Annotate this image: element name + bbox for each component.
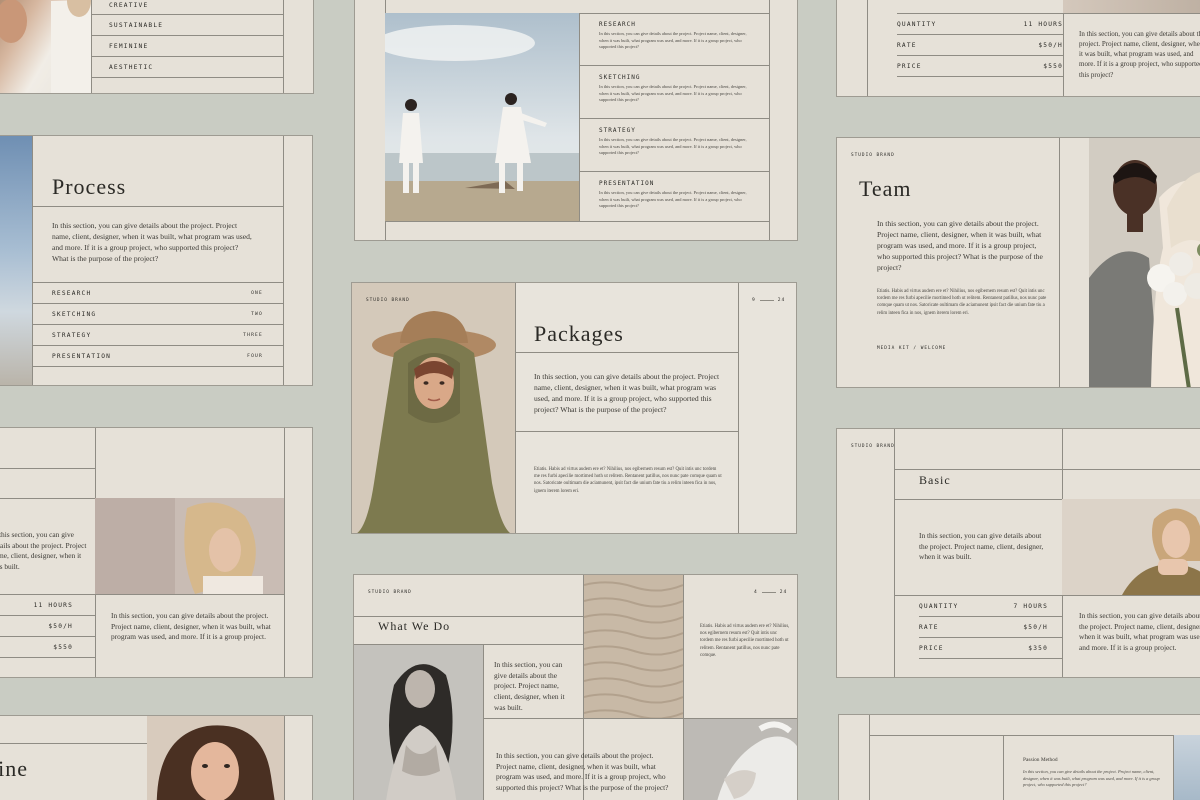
photo-couple-flowers bbox=[1089, 138, 1200, 387]
slide-team[interactable]: Studio Brand Team In this section, you c… bbox=[836, 137, 1200, 388]
pricing-description: In this section, you can give details ab… bbox=[1079, 30, 1200, 79]
slide-timeline[interactable]: line bbox=[0, 715, 313, 800]
brand-label: Studio Brand bbox=[366, 298, 410, 303]
photo-woman-hat-hood bbox=[352, 283, 515, 533]
slide-values[interactable]: Creative Sustainable Feminine Aesthetic bbox=[0, 0, 314, 94]
hands-illustration bbox=[0, 0, 91, 93]
photo-hand-sleeve bbox=[684, 719, 797, 800]
section-research: Research In this section, you can give d… bbox=[599, 21, 747, 50]
photo-blonde-woman bbox=[95, 498, 284, 594]
mid-left-description: In this section, you can give details ab… bbox=[0, 530, 87, 572]
passion-method-title: Passion Method bbox=[1023, 757, 1058, 763]
slide-passion-method[interactable]: Passion Method In this section, you can … bbox=[838, 714, 1200, 800]
photo-woman-portrait bbox=[147, 716, 284, 800]
slide-process[interactable]: Process In this section, you can give de… bbox=[0, 135, 313, 386]
basic-description: In this section, you can give details ab… bbox=[919, 531, 1044, 562]
slide-pricing-top[interactable]: Quantity 11 Hours Rate $50/H Price $550 In … bbox=[836, 0, 1200, 97]
whatwedo-latin-text: Etiatis. Habis ad virtus audem ere et? N… bbox=[700, 624, 790, 658]
value-item: Feminine bbox=[109, 42, 149, 50]
section-presentation: Presentation In this section, you can gi… bbox=[599, 180, 747, 209]
packages-description: In this section, you can give details ab… bbox=[534, 372, 720, 414]
whatwedo-page-indicator: 4 24 bbox=[754, 590, 788, 595]
slide-pricing-left[interactable]: In this section, you can give details ab… bbox=[0, 427, 313, 678]
process-section-list: Research In this section, you can give d… bbox=[579, 13, 769, 221]
page-indicator: 9 24 bbox=[752, 298, 786, 303]
whatwedo-long-description: In this section, you can give details ab… bbox=[496, 751, 669, 793]
team-footer: Media Kit / Welcome bbox=[877, 346, 947, 351]
packages-latin-text: Etiatis. Habis ad virtus audem ere et? N… bbox=[534, 467, 722, 494]
photo-two-women bbox=[0, 0, 91, 93]
photo-top-right-strip bbox=[1063, 0, 1200, 13]
slide-basic[interactable]: Studio Brand Basic In this section, you … bbox=[836, 428, 1200, 678]
photo-sea-sky bbox=[0, 136, 32, 385]
basic-long-description: In this section, you can give details ab… bbox=[1079, 611, 1200, 653]
photo-bw-woman bbox=[354, 645, 483, 800]
process-description: In this section, you can give details ab… bbox=[52, 221, 252, 263]
step-row: Research One bbox=[32, 282, 283, 303]
slide-what-we-do[interactable]: Studio Brand 4 24 What We Do Etiatis. Ha… bbox=[353, 574, 798, 800]
slide-packages[interactable]: Studio Brand 9 24 Packages In this secti… bbox=[351, 282, 797, 534]
timeline-title-fragment: line bbox=[0, 756, 28, 781]
photo-woman-resting-head bbox=[1062, 499, 1200, 595]
whatwedo-title: What We Do bbox=[378, 619, 451, 633]
value-item: Creative bbox=[109, 1, 149, 9]
passion-method-text: In this section, you can give details ab… bbox=[1023, 769, 1160, 788]
value-item: Sustainable bbox=[109, 21, 164, 29]
team-latin-text: Etiatis. Habis ad virtus audem ere et? N… bbox=[877, 289, 1047, 316]
whatwedo-brand-label: Studio Brand bbox=[368, 590, 412, 595]
whatwedo-short-description: In this section, you can give details ab… bbox=[494, 660, 565, 712]
section-sketching: Sketching In this section, you can give … bbox=[599, 74, 747, 103]
photo-sand-ripples bbox=[584, 575, 683, 718]
value-item: Aesthetic bbox=[109, 63, 154, 71]
mid-left-long-description: In this section, you can give details ab… bbox=[111, 611, 271, 642]
step-row: Sketching Two bbox=[32, 303, 283, 324]
section-strategy: Strategy In this section, you can give d… bbox=[599, 127, 747, 156]
team-title: Team bbox=[859, 176, 912, 201]
team-brand-label: Studio Brand bbox=[851, 153, 895, 158]
packages-title: Packages bbox=[534, 321, 624, 346]
basic-brand-label: Studio Brand bbox=[851, 444, 895, 449]
photo-sky-corner bbox=[1174, 735, 1200, 800]
process-title: Process bbox=[52, 174, 127, 199]
photo-beach-walkers bbox=[385, 13, 579, 221]
step-row: Presentation Four bbox=[32, 345, 283, 366]
basic-title: Basic bbox=[919, 473, 951, 487]
slide-process-sections[interactable]: Research In this section, you can give d… bbox=[354, 0, 798, 241]
team-description: In this section, you can give details ab… bbox=[877, 219, 1043, 272]
step-row: Strategy Three bbox=[32, 324, 283, 345]
